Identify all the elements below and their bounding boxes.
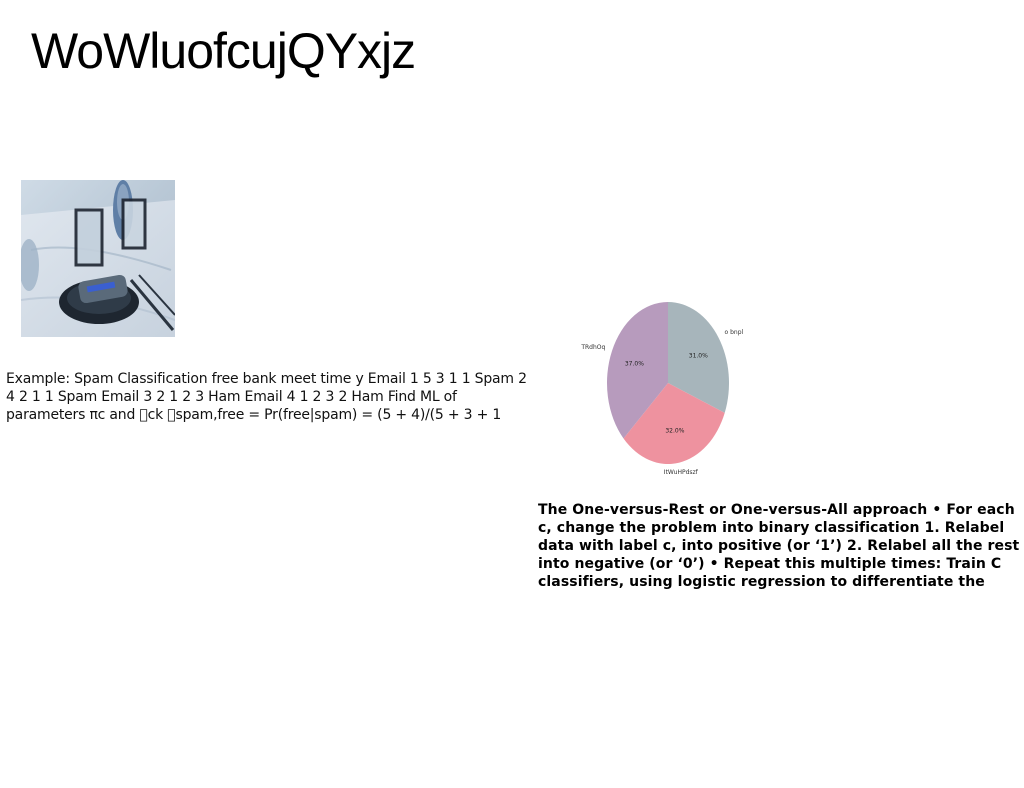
pie-percent-label-1: 31.0% [689,353,708,360]
pie-category-label-2: JtWuHPdszf [663,469,699,474]
example-text: Example: Spam Classification free bank m… [6,371,527,423]
table-setting-photo [21,180,175,337]
pie-percent-label-2: 32.0% [665,428,684,435]
pie-category-label-3: TRdhOq [580,344,605,351]
pie-category-label-1: o bnpl [725,329,744,336]
pie-slices [606,302,730,465]
table-setting-image [21,180,175,337]
ovr-description-text: The One-versus-Rest or One-versus-All ap… [538,502,1020,590]
pie-chart: 31.0% o bnpl 32.0% JtWuHPdszf 37.0% TRdhOq [580,302,744,474]
slide-title: WoWluofcujQYxjz [31,23,416,79]
pie-percent-label-3: 37.0% [625,361,644,368]
